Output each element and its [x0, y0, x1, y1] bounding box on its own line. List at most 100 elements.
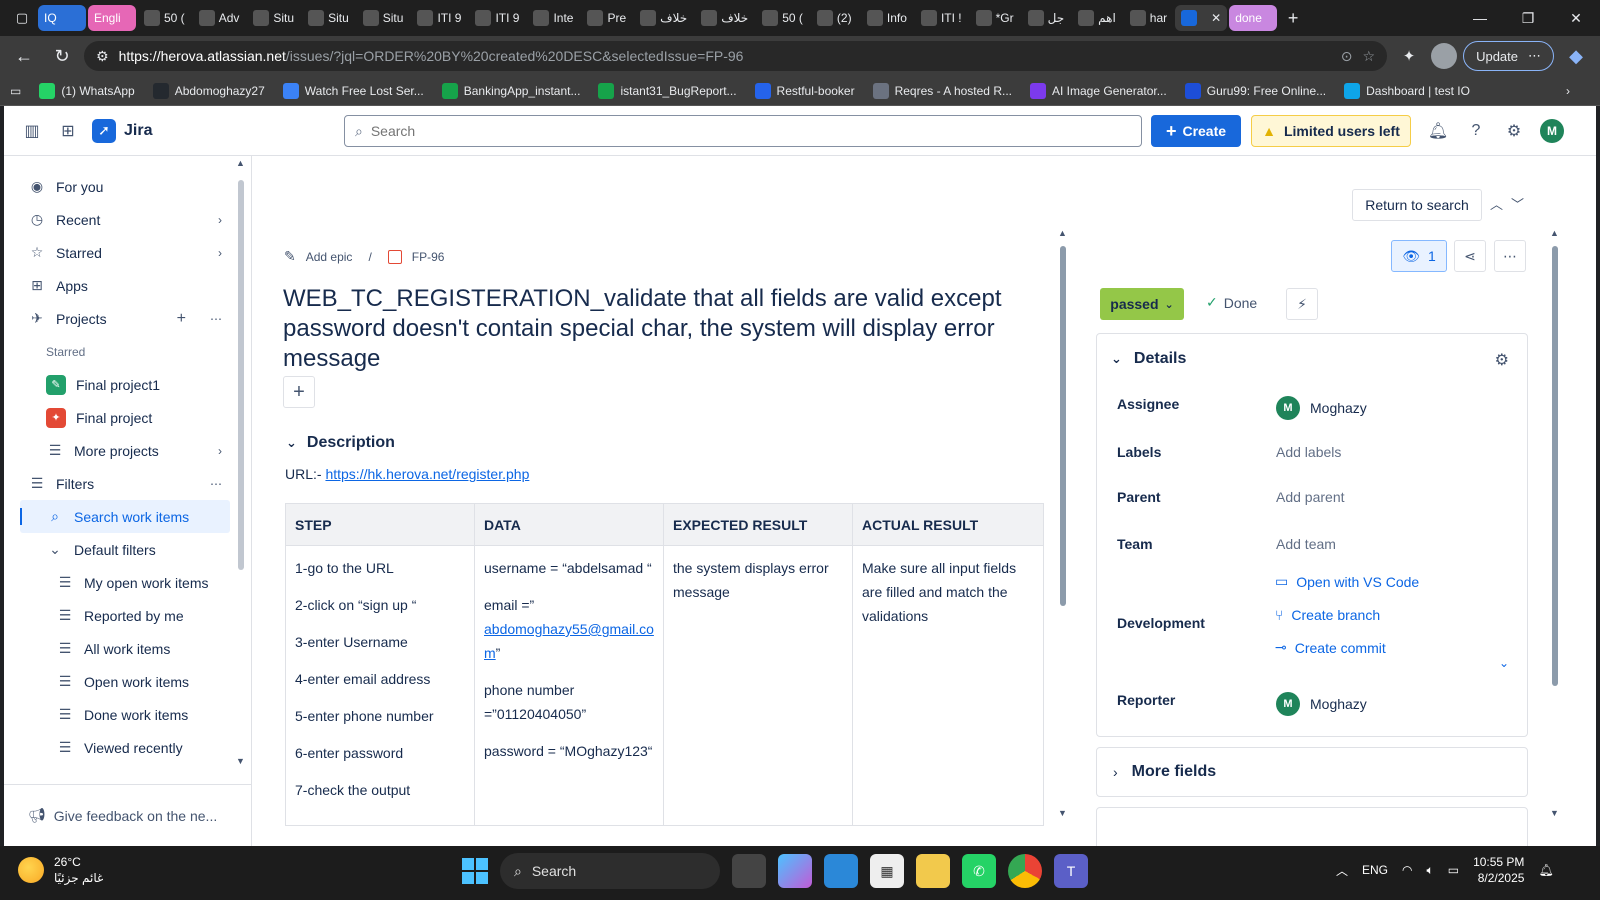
browser-tab[interactable]: *Gr [970, 5, 1020, 31]
browser-tab[interactable]: (2) [811, 5, 859, 31]
new-tab-icon[interactable]: + [1279, 5, 1307, 31]
sidebar-item-recent[interactable]: ◷ Recent › [20, 203, 230, 236]
scroll-up-icon[interactable]: ▲ [236, 158, 245, 168]
return-to-search-button[interactable]: Return to search [1352, 189, 1482, 221]
sidebar-filter-item[interactable]: ☰ All work items [20, 632, 230, 665]
sidebar-filter-item[interactable]: ☰ Reported by me [20, 599, 230, 632]
weather-widget[interactable]: 26°C غائم جزئيًا [18, 854, 103, 886]
sidebar-filter-item[interactable]: ☰ Open work items [20, 665, 230, 698]
sidebar-item-starred[interactable]: ☆ Starred › [20, 236, 230, 269]
scroll-up-icon[interactable]: ▲ [1550, 228, 1559, 238]
sidebar-scrollbar[interactable]: ▲ ▼ [236, 158, 246, 770]
share-button[interactable]: ⋖ [1454, 240, 1486, 272]
issue-title[interactable]: WEB_TC_REGISTERATION_validate that all f… [283, 284, 1043, 374]
sidebar-item-final-project[interactable]: ✦ Final project [20, 401, 230, 434]
issue-key-link[interactable]: FP-96 [412, 250, 445, 264]
widgets-icon[interactable] [824, 854, 858, 888]
previous-issue-icon[interactable]: ︿ [1490, 194, 1503, 213]
more-bookmarks-icon[interactable]: › [1566, 84, 1570, 98]
next-issue-icon[interactable]: ﹀ [1511, 194, 1524, 213]
help-icon[interactable]: ? [1458, 113, 1494, 149]
profile-button[interactable]: M [1534, 113, 1570, 149]
search-box[interactable]: ⌕ [344, 115, 1142, 147]
task-view-icon[interactable] [732, 854, 766, 888]
scroll-down-icon[interactable]: ▼ [1550, 808, 1559, 818]
more-icon[interactable]: ⋯ [210, 312, 222, 326]
automation-button[interactable]: ⚡︎ [1286, 288, 1318, 320]
copilot-icon[interactable]: ◆ [1560, 40, 1592, 72]
sidebar-filter-item[interactable]: ☰ Viewed recently [20, 731, 230, 764]
taskbar-search[interactable]: ⌕ Search [500, 853, 720, 889]
create-button[interactable]: + Create [1151, 115, 1241, 147]
browser-tab[interactable]: IQ [38, 5, 86, 31]
browser-tab[interactable]: Adv [193, 5, 246, 31]
sidebar-item-projects[interactable]: ✈ Projects + ⋯ [20, 302, 230, 335]
browser-tab[interactable]: Pre [581, 5, 632, 31]
limited-users-button[interactable]: ▲ Limited users left [1251, 115, 1411, 147]
scroll-up-icon[interactable]: ▲ [1058, 228, 1067, 238]
copilot-app-icon[interactable] [778, 854, 812, 888]
parent-field[interactable]: Add parent [1276, 489, 1345, 505]
wifi-icon[interactable]: ◠ [1402, 863, 1412, 877]
bookmark-item[interactable]: Restful-booker [754, 82, 855, 99]
browser-tab[interactable]: اهم [1072, 5, 1122, 31]
chevron-right-icon[interactable]: › [218, 246, 222, 260]
browser-tab[interactable]: har [1124, 5, 1173, 31]
app-switcher-icon[interactable]: ⊞ [50, 113, 86, 149]
site-info-icon[interactable]: ⚙ [96, 48, 109, 65]
back-icon[interactable]: ← [8, 40, 40, 72]
sidebar-item-default-filters[interactable]: ⌄ Default filters [20, 533, 230, 566]
more-actions-button[interactable]: ⋯ [1494, 240, 1526, 272]
tray-chevron-up-icon[interactable]: ︿ [1336, 862, 1348, 879]
create-branch-link[interactable]: ⑂ Create branch [1275, 605, 1419, 624]
panel-scrollbar[interactable]: ▲ ▼ [1550, 228, 1560, 818]
close-window-icon[interactable]: ✕ [1552, 0, 1600, 36]
browser-menu-icon[interactable]: ⋯ [1528, 48, 1541, 64]
language-indicator[interactable]: ENG [1362, 863, 1388, 877]
give-feedback-button[interactable]: 📢︎ Give feedback on the ne... [4, 784, 252, 846]
sidebar-item-filters[interactable]: ☰ Filters ⋯ [20, 467, 230, 500]
notifications-bell-icon[interactable]: 🔔︎ [1420, 113, 1456, 149]
browser-tab[interactable]: ITI ! [915, 5, 968, 31]
search-input[interactable] [370, 123, 1131, 139]
description-header[interactable]: ⌄ Description [286, 434, 395, 452]
bookmark-item[interactable]: AI Image Generator... [1030, 82, 1167, 99]
team-field[interactable]: Add team [1276, 536, 1336, 552]
sidebar-item-final-project1[interactable]: ✎ Final project1 [20, 368, 230, 401]
sidebar-item-search-work-items[interactable]: ⌕ Search work items [20, 500, 230, 533]
browser-tab[interactable]: 50 ( [138, 5, 191, 31]
minimize-icon[interactable]: — [1456, 0, 1504, 36]
chevron-down-icon[interactable]: ⌄ [1499, 656, 1509, 670]
chevron-right-icon[interactable]: › [218, 444, 222, 458]
sidebar-item-apps[interactable]: ⊞ Apps [20, 269, 230, 302]
jira-logo[interactable]: ➚ Jira [92, 118, 152, 143]
browser-tab[interactable]: جل [1022, 5, 1071, 31]
browser-tab[interactable]: خلاف [634, 5, 693, 31]
start-icon[interactable] [462, 858, 488, 884]
battery-icon[interactable]: ▭ [1448, 863, 1459, 877]
sidebar-toggle-icon[interactable]: ▥ [14, 113, 50, 149]
sidebar-filter-item[interactable]: ☰ My open work items [20, 566, 230, 599]
bookmark-item[interactable]: Guru99: Free Online... [1184, 82, 1326, 99]
more-icon[interactable]: ⋯ [210, 477, 222, 491]
browser-tab[interactable]: Info [861, 5, 913, 31]
chevron-right-icon[interactable]: › [218, 213, 222, 227]
register-url-link[interactable]: https://hk.herova.net/register.php [325, 466, 529, 482]
sidebar-filter-item[interactable]: ☰ Done work items [20, 698, 230, 731]
reporter-field[interactable]: M Moghazy [1276, 692, 1367, 716]
details-header[interactable]: ⌄ Details [1111, 350, 1186, 368]
whatsapp-app-icon[interactable]: ✆ [962, 854, 996, 888]
browser-tab[interactable]: 50 ( [756, 5, 809, 31]
chrome-app-icon[interactable] [1008, 854, 1042, 888]
create-commit-link[interactable]: ⊸ Create commit [1275, 638, 1419, 657]
open-vscode-link[interactable]: ▭ Open with VS Code [1275, 572, 1419, 591]
browser-tab[interactable]: Inte [527, 5, 579, 31]
assignee-field[interactable]: M Moghazy [1276, 396, 1367, 420]
bookmark-item[interactable]: Dashboard | test IO [1344, 82, 1470, 99]
teams-app-icon[interactable]: T [1054, 854, 1088, 888]
browser-tab[interactable]: ITI 9 [411, 5, 467, 31]
browser-tab[interactable]: خلاف [695, 5, 754, 31]
add-epic-link[interactable]: Add epic [306, 250, 353, 264]
bookmark-item[interactable]: Abdomoghazy27 [152, 82, 265, 99]
sidebar-item-for-you[interactable]: ◉ For you [20, 170, 230, 203]
